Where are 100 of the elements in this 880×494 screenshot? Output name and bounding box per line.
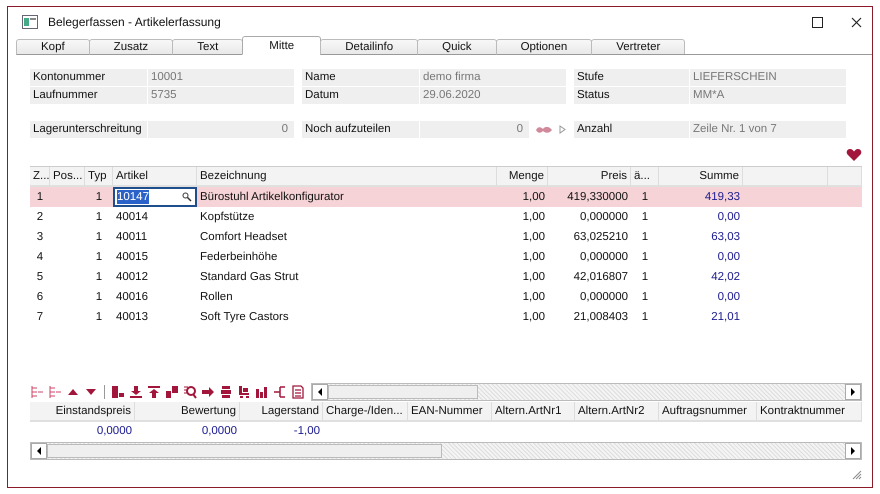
maximize-icon[interactable] — [812, 16, 823, 28]
close-icon[interactable] — [851, 16, 862, 28]
column-header[interactable]: Z... — [30, 167, 50, 185]
column-header[interactable]: Bewertung — [135, 402, 240, 420]
table-row[interactable]: 1 1 10147 Bürostuhl Artikelkonfigurator 1,00 419,330000 1 419,33 — [30, 187, 862, 207]
field-value: Zeile Nr. 1 von 7 — [690, 121, 846, 138]
table-cell-text: 1 — [640, 190, 650, 205]
table-cell-text: 21,01 — [710, 310, 741, 325]
table-cell-text: 40012 — [115, 270, 149, 285]
field-label: Kontonummer — [30, 69, 148, 86]
search-icon[interactable] — [182, 192, 192, 202]
table-cell-text: 1,00 — [522, 250, 546, 265]
column-header[interactable]: Charge-/Iden... — [323, 402, 408, 420]
table-cell-text: 6 — [36, 290, 44, 305]
boxes-icon[interactable] — [165, 385, 179, 399]
table-cell-text: 1 — [640, 290, 650, 305]
tab[interactable]: Kopf — [16, 39, 90, 55]
field-value: 29.06.2020 — [420, 87, 566, 104]
column-header[interactable]: Auftragsnummer — [659, 402, 757, 420]
table-cell-text: 0,00 — [716, 210, 741, 225]
table-cell-text: 0,000000 — [579, 250, 629, 265]
column-header[interactable]: Pos... — [50, 167, 85, 185]
table-row[interactable]: 7 1 40013 Soft Tyre Castors 1,00 21,008403 1 21,01 — [30, 307, 862, 327]
table-cell-text: 0,00 — [716, 290, 741, 305]
column-header[interactable]: Lagerstand — [240, 402, 323, 420]
article-input[interactable]: 10147 — [113, 187, 197, 207]
column-header[interactable]: Altern.ArtNr2 — [575, 402, 659, 420]
scroll-thumb[interactable] — [47, 444, 442, 458]
tree-icon[interactable] — [30, 385, 44, 399]
column-header[interactable]: Bezeichnung — [197, 167, 497, 185]
play-icon[interactable] — [559, 125, 566, 134]
table-cell-text: 419,33 — [704, 190, 741, 205]
table-cell-text: 40013 — [115, 310, 149, 325]
window-title: Belegerfassen - Artikelerfassung — [48, 15, 221, 29]
table-cell-text: 0,0000 — [200, 424, 238, 439]
tab[interactable]: Detailinfo — [320, 39, 418, 55]
table-cell-text: 40011 — [115, 230, 148, 245]
column-header[interactable]: Summe — [659, 167, 743, 185]
table-cell-text: 21,008403 — [572, 310, 629, 325]
column-header[interactable]: Typ — [85, 167, 113, 185]
window-icon — [22, 15, 38, 29]
column-header[interactable]: EAN-Nummer — [408, 402, 492, 420]
stack-icon[interactable] — [219, 385, 233, 399]
table-row[interactable]: 3 1 40011 Comfort Headset 1,00 63,025210 1 63,03 — [30, 227, 862, 247]
tree-icon[interactable] — [48, 385, 62, 399]
field-value: 5735 — [148, 87, 294, 104]
table-cell-text: Kopfstütze — [199, 210, 256, 225]
heart-icon[interactable] — [846, 148, 862, 162]
tab[interactable]: Optionen — [496, 39, 592, 55]
table-row[interactable]: 6 1 40016 Rollen 1,00 0,000000 1 0,00 — [30, 287, 862, 307]
tab[interactable]: Quick — [417, 39, 497, 55]
tab[interactable]: Mitte — [242, 36, 322, 55]
column-header[interactable]: Altern.ArtNr1 — [492, 402, 575, 420]
doc-icon[interactable] — [291, 385, 305, 399]
tab[interactable]: Vertreter — [591, 39, 686, 55]
table-cell-text: 1 — [94, 250, 104, 265]
table-cell-text: 1,00 — [522, 210, 546, 225]
chart-icon[interactable] — [255, 385, 269, 399]
field-label: Lagerunterschreitung — [30, 121, 148, 138]
table-cell-text: 0,000000 — [579, 290, 629, 305]
column-header[interactable]: ä... — [631, 167, 659, 185]
table-cell-text: 1,00 — [522, 290, 546, 305]
download-icon[interactable] — [129, 385, 143, 399]
field-value: 0 — [420, 121, 529, 138]
column-header[interactable]: Menge — [497, 167, 548, 185]
scroll-left-icon[interactable] — [312, 384, 328, 400]
table-cell-text: 1,00 — [522, 230, 546, 245]
field-value: 0 — [148, 121, 294, 138]
resize-grip-icon[interactable] — [850, 468, 862, 480]
column-header[interactable]: Preis — [548, 167, 631, 185]
table-cell-text: 1,00 — [522, 310, 546, 325]
column-header[interactable]: Artikel — [113, 167, 197, 185]
tab[interactable]: Text — [172, 39, 244, 55]
table-cell-text: 4 — [36, 250, 44, 265]
table-cell-text: 1,00 — [522, 190, 546, 205]
tab[interactable]: Zusatz — [88, 39, 174, 55]
table-cell-text: 40014 — [115, 210, 149, 225]
table-cell-text: 63,025210 — [572, 230, 629, 245]
scroll-left-icon[interactable] — [31, 443, 47, 459]
column-header[interactable]: Einstandspreis — [30, 402, 135, 420]
horizontal-scrollbar[interactable] — [30, 442, 862, 460]
scroll-right-icon[interactable] — [845, 443, 861, 459]
table-cell-text: 1 — [94, 230, 104, 245]
upload-icon[interactable] — [147, 385, 161, 399]
arrow-icon[interactable] — [201, 385, 215, 399]
table-cell-text: 0,000000 — [579, 210, 629, 225]
table-cell-text: Comfort Headset — [199, 230, 288, 245]
scroll-thumb[interactable] — [328, 385, 478, 399]
column-header[interactable]: Kontraktnummer — [757, 402, 862, 420]
horizontal-scrollbar[interactable] — [311, 383, 862, 401]
table-cell-text: 1 — [640, 270, 650, 285]
table-cell-text: 1 — [36, 190, 44, 205]
table-row[interactable]: 4 1 40015 Federbeinhöhe 1,00 0,000000 1 0,00 — [30, 247, 862, 267]
branch-icon[interactable] — [273, 385, 287, 399]
table-cell-text: Rollen — [199, 290, 234, 305]
magnify-icon[interactable] — [183, 385, 197, 399]
table-cell-text: 40016 — [115, 290, 149, 305]
scroll-right-icon[interactable] — [845, 384, 861, 400]
table-row[interactable]: 2 1 40014 Kopfstütze 1,00 0,000000 1 0,00 — [30, 207, 862, 227]
table-row[interactable]: 5 1 40012 Standard Gas Strut 1,00 42,016807 1 42,02 — [30, 267, 862, 287]
